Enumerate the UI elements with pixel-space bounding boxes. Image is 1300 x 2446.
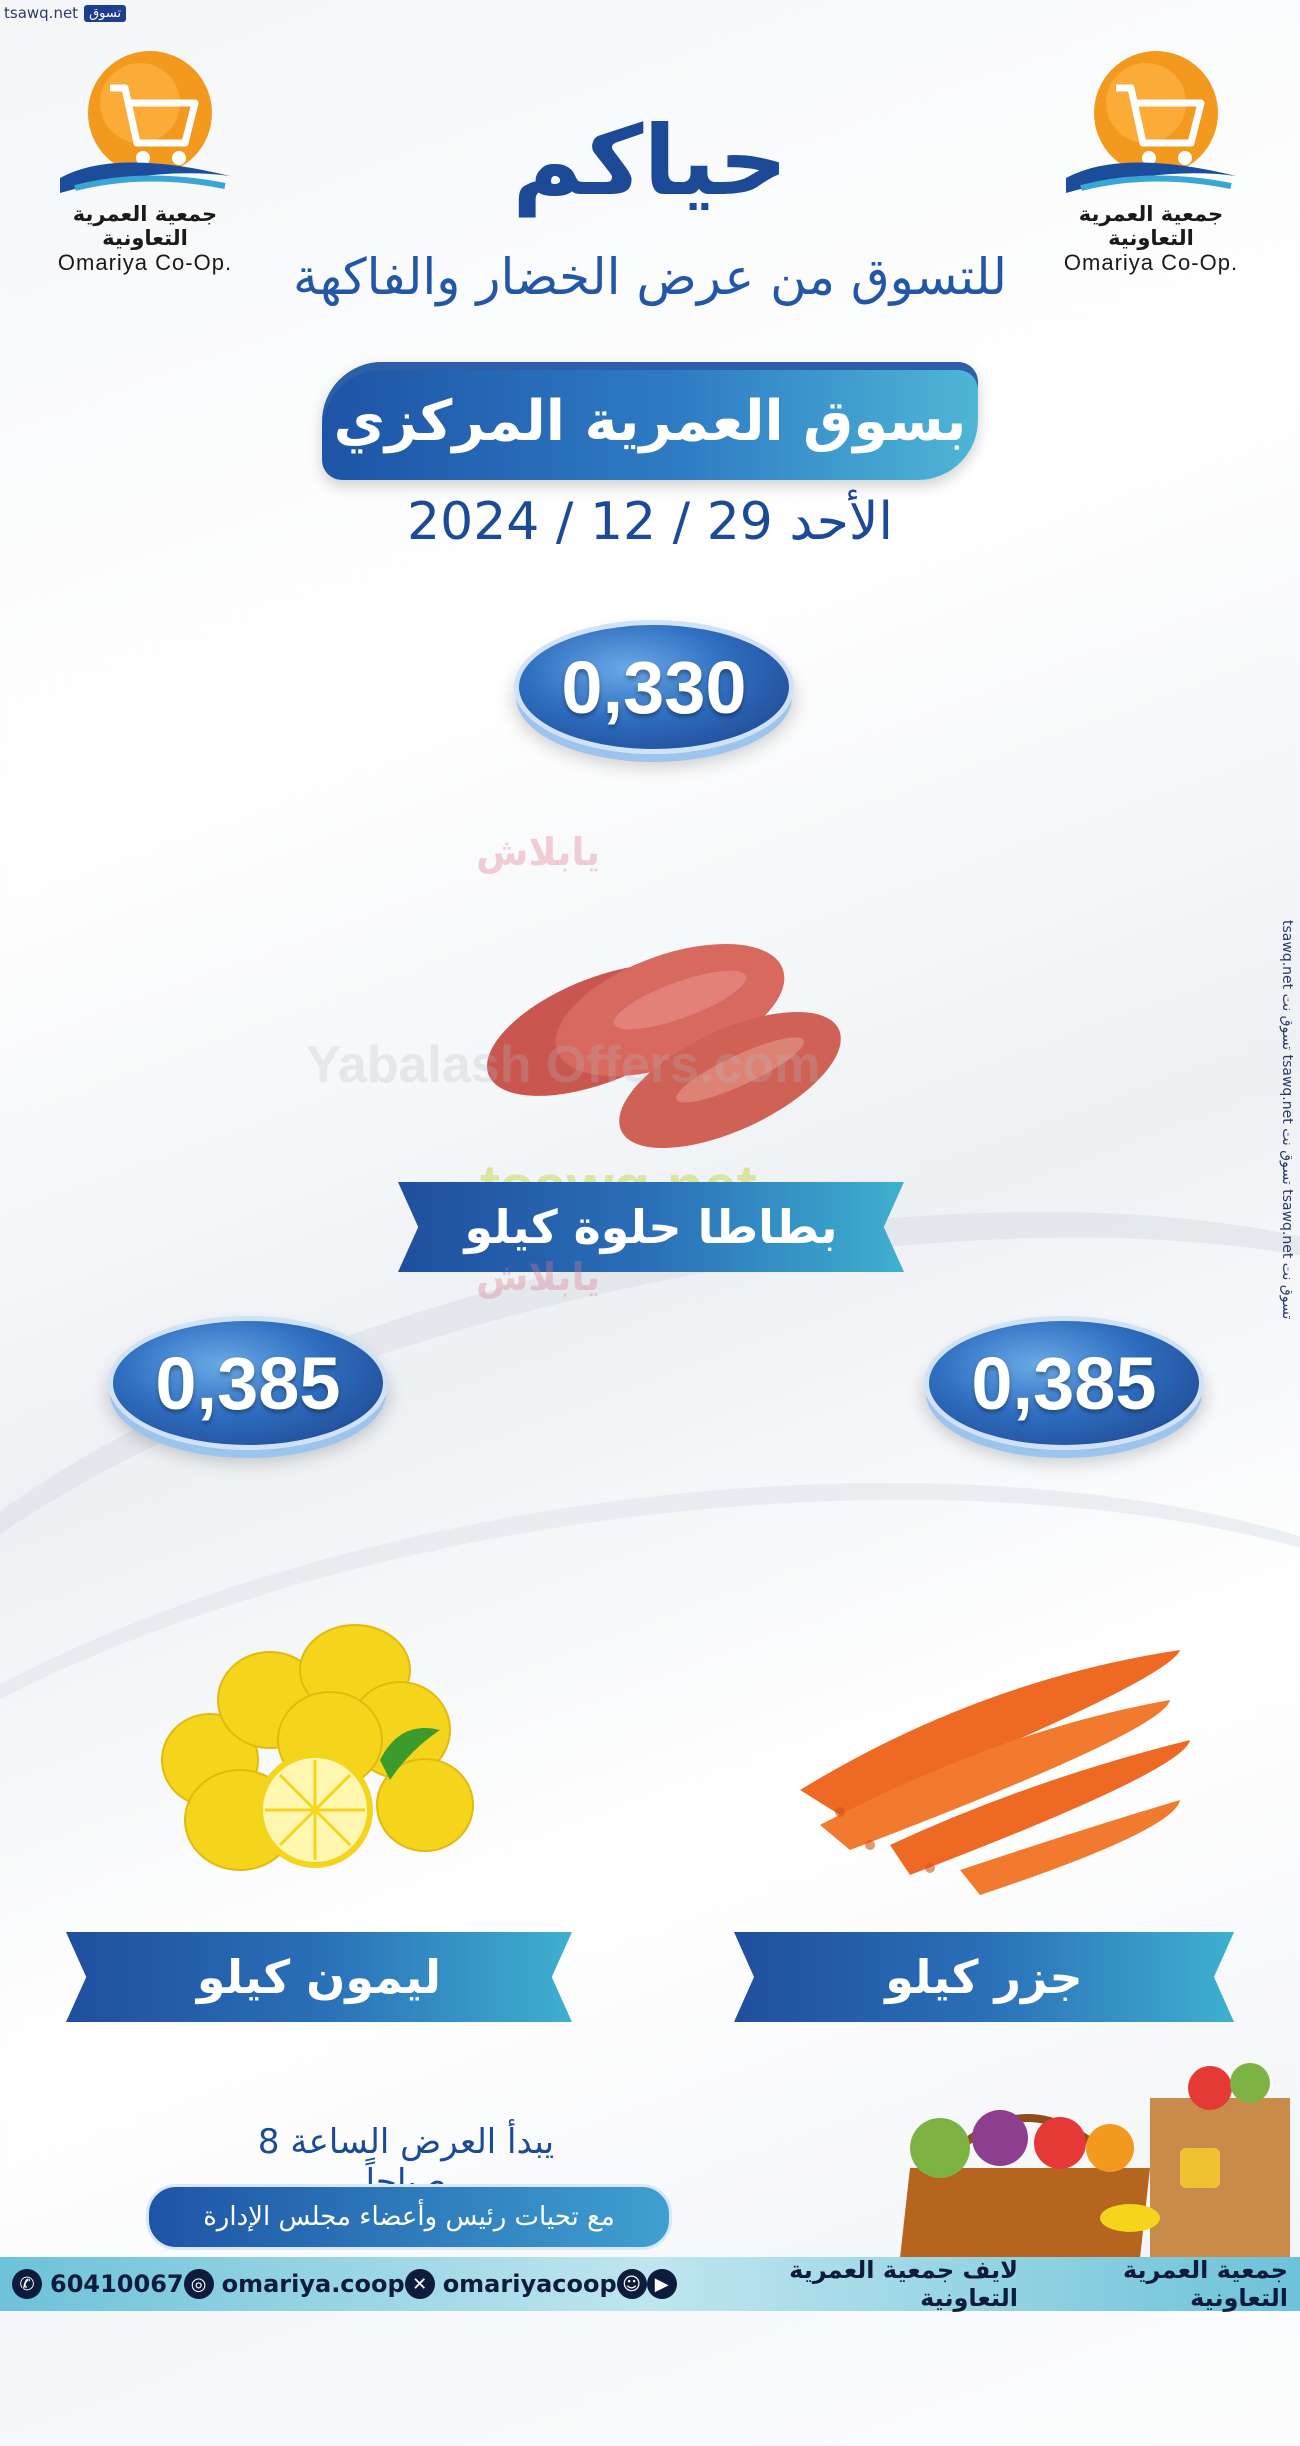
offer-date: الأحد 29 / 12 / 2024 (407, 492, 893, 552)
instagram-handle: omariya.coop (221, 2270, 405, 2298)
greeting-title: حياكم (512, 105, 788, 217)
watermark-domain: tsawq.net (4, 4, 79, 22)
lemon-image (161, 1624, 474, 1871)
watermark-brand: تسوق (84, 4, 127, 22)
side-watermark: tsawq.net تسوق نت tsawq.net تسوق نت tsaw… (1279, 920, 1295, 1320)
snapchat-link[interactable]: ☺ (616, 2269, 647, 2299)
instagram-icon: ◎ (183, 2269, 214, 2299)
board-greeting: مع تحيات رئيس وأعضاء مجلس الإدارة (146, 2184, 672, 2250)
watermark-yabalash-en: Yabalash Offers.com (306, 1036, 821, 1094)
price-sweet-potato: 0,330 (514, 620, 794, 754)
coop-label: جمعية العمرية التعاونية (1122, 2256, 1288, 2312)
carrot-image (800, 1650, 1190, 1895)
label-lemon: ليمون كيلو (66, 1932, 572, 2022)
product-name: ليمون كيلو (196, 1950, 442, 2004)
label-sweet-potato: بطاطا حلوة كيلو (398, 1182, 904, 1272)
x-icon: ✕ (404, 2269, 435, 2299)
price-lemon: 0,385 (108, 1316, 388, 1450)
instagram-link[interactable]: ◎ omariya.coop (183, 2269, 405, 2299)
coop-name: جمعية العمرية التعاونية (1018, 2256, 1288, 2312)
price-carrot: 0,385 (924, 1316, 1204, 1450)
youtube-icon: ▶ (646, 2269, 677, 2299)
top-watermark: tsawq.net تسوق (4, 4, 127, 22)
product-name: جزر كيلو (885, 1950, 1083, 2004)
subtitle: للتسوق من عرض الخضار والفاكهة (293, 248, 1007, 306)
youtube-label: لايف جمعية العمرية التعاونية (789, 2256, 1018, 2312)
location-banner: بسوق العمرية المركزي (322, 362, 978, 480)
label-carrot: جزر كيلو (734, 1932, 1234, 2022)
grocery-basket-image (900, 2063, 1290, 2258)
watermark-yabalash-2: يابلاش (476, 1255, 601, 1299)
whatsapp-icon: ✆ (12, 2269, 42, 2299)
whatsapp-number: 60410067 (50, 2270, 184, 2298)
watermark-yabalash: يابلاش (476, 830, 601, 874)
x-link[interactable]: ✕ omariyacoop (404, 2269, 617, 2299)
product-name: بطاطا حلوة كيلو (464, 1200, 838, 1254)
snapchat-icon: ☺ (616, 2269, 647, 2299)
whatsapp-link[interactable]: ✆ 60410067 (12, 2269, 184, 2299)
social-bar: ✆ 60410067 ◎ omariya.coop ✕ omariyacoop … (0, 2256, 1300, 2312)
x-handle: omariyacoop (442, 2270, 617, 2298)
youtube-link[interactable]: لايف جمعية العمرية التعاونية ▶ (646, 2256, 1018, 2312)
